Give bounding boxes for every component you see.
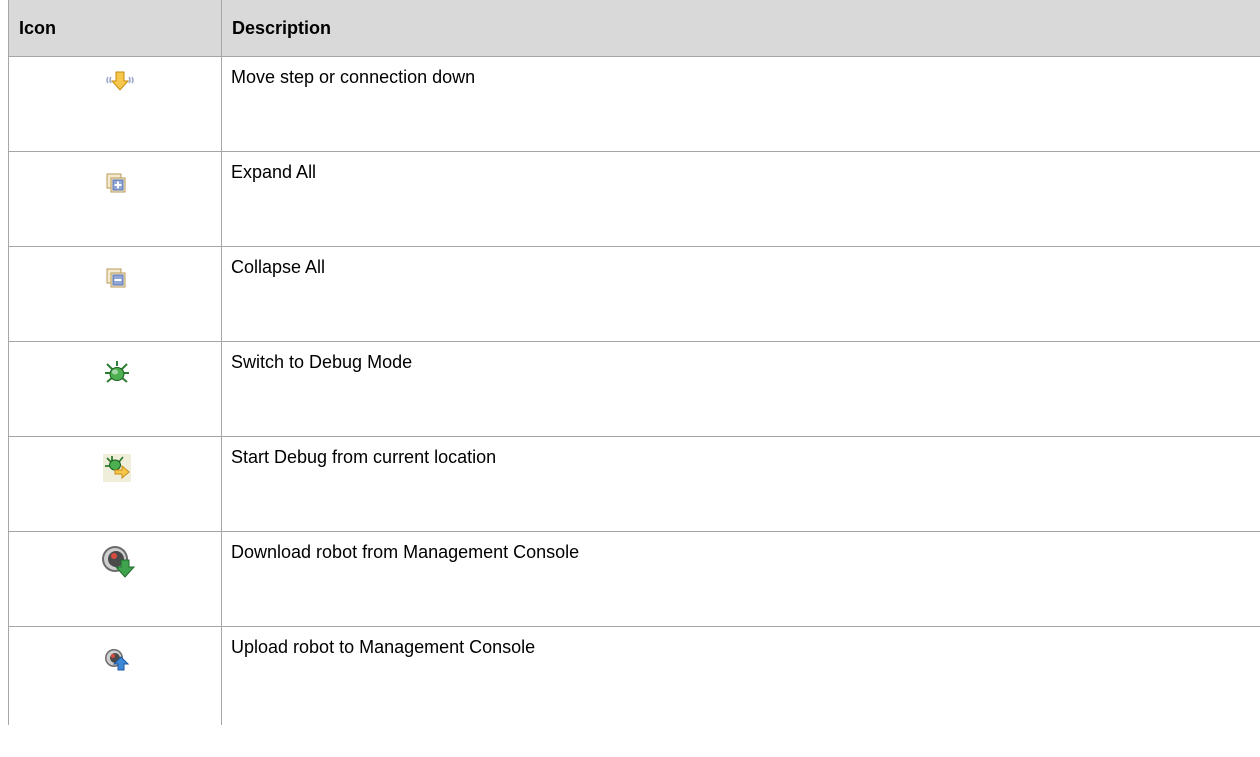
icon-cell xyxy=(8,341,222,437)
table-row: Expand All xyxy=(8,151,1260,247)
header-description: Description xyxy=(221,0,1260,57)
icon-cell xyxy=(8,626,222,725)
description-cell: Start Debug from current location xyxy=(221,436,1260,532)
icon-cell xyxy=(8,246,222,342)
table-header-row: Icon Description xyxy=(8,0,1260,57)
table-row: Move step or connection down xyxy=(8,56,1260,152)
table-row: Download robot from Management Console xyxy=(8,531,1260,627)
expand-all-icon xyxy=(106,173,128,195)
move-down-icon xyxy=(105,69,135,93)
icon-reference-table: Icon Description Move step or connection… xyxy=(8,0,1260,725)
table-row: Start Debug from current location xyxy=(8,436,1260,532)
debug-mode-icon xyxy=(103,360,131,386)
description-cell: Expand All xyxy=(221,151,1260,247)
description-cell: Move step or connection down xyxy=(221,56,1260,152)
icon-cell xyxy=(8,151,222,247)
download-robot-icon xyxy=(99,542,137,580)
icon-cell xyxy=(8,56,222,152)
table-row: Collapse All xyxy=(8,246,1260,342)
icon-cell xyxy=(8,436,222,532)
icon-cell xyxy=(8,531,222,627)
description-cell: Download robot from Management Console xyxy=(221,531,1260,627)
start-debug-icon xyxy=(103,454,131,482)
collapse-all-icon xyxy=(106,268,128,290)
header-icon: Icon xyxy=(8,0,222,57)
upload-robot-icon xyxy=(103,646,129,672)
description-cell: Switch to Debug Mode xyxy=(221,341,1260,437)
table-row: Switch to Debug Mode xyxy=(8,341,1260,437)
description-cell: Upload robot to Management Console xyxy=(221,626,1260,725)
table-row: Upload robot to Management Console xyxy=(8,626,1260,725)
description-cell: Collapse All xyxy=(221,246,1260,342)
